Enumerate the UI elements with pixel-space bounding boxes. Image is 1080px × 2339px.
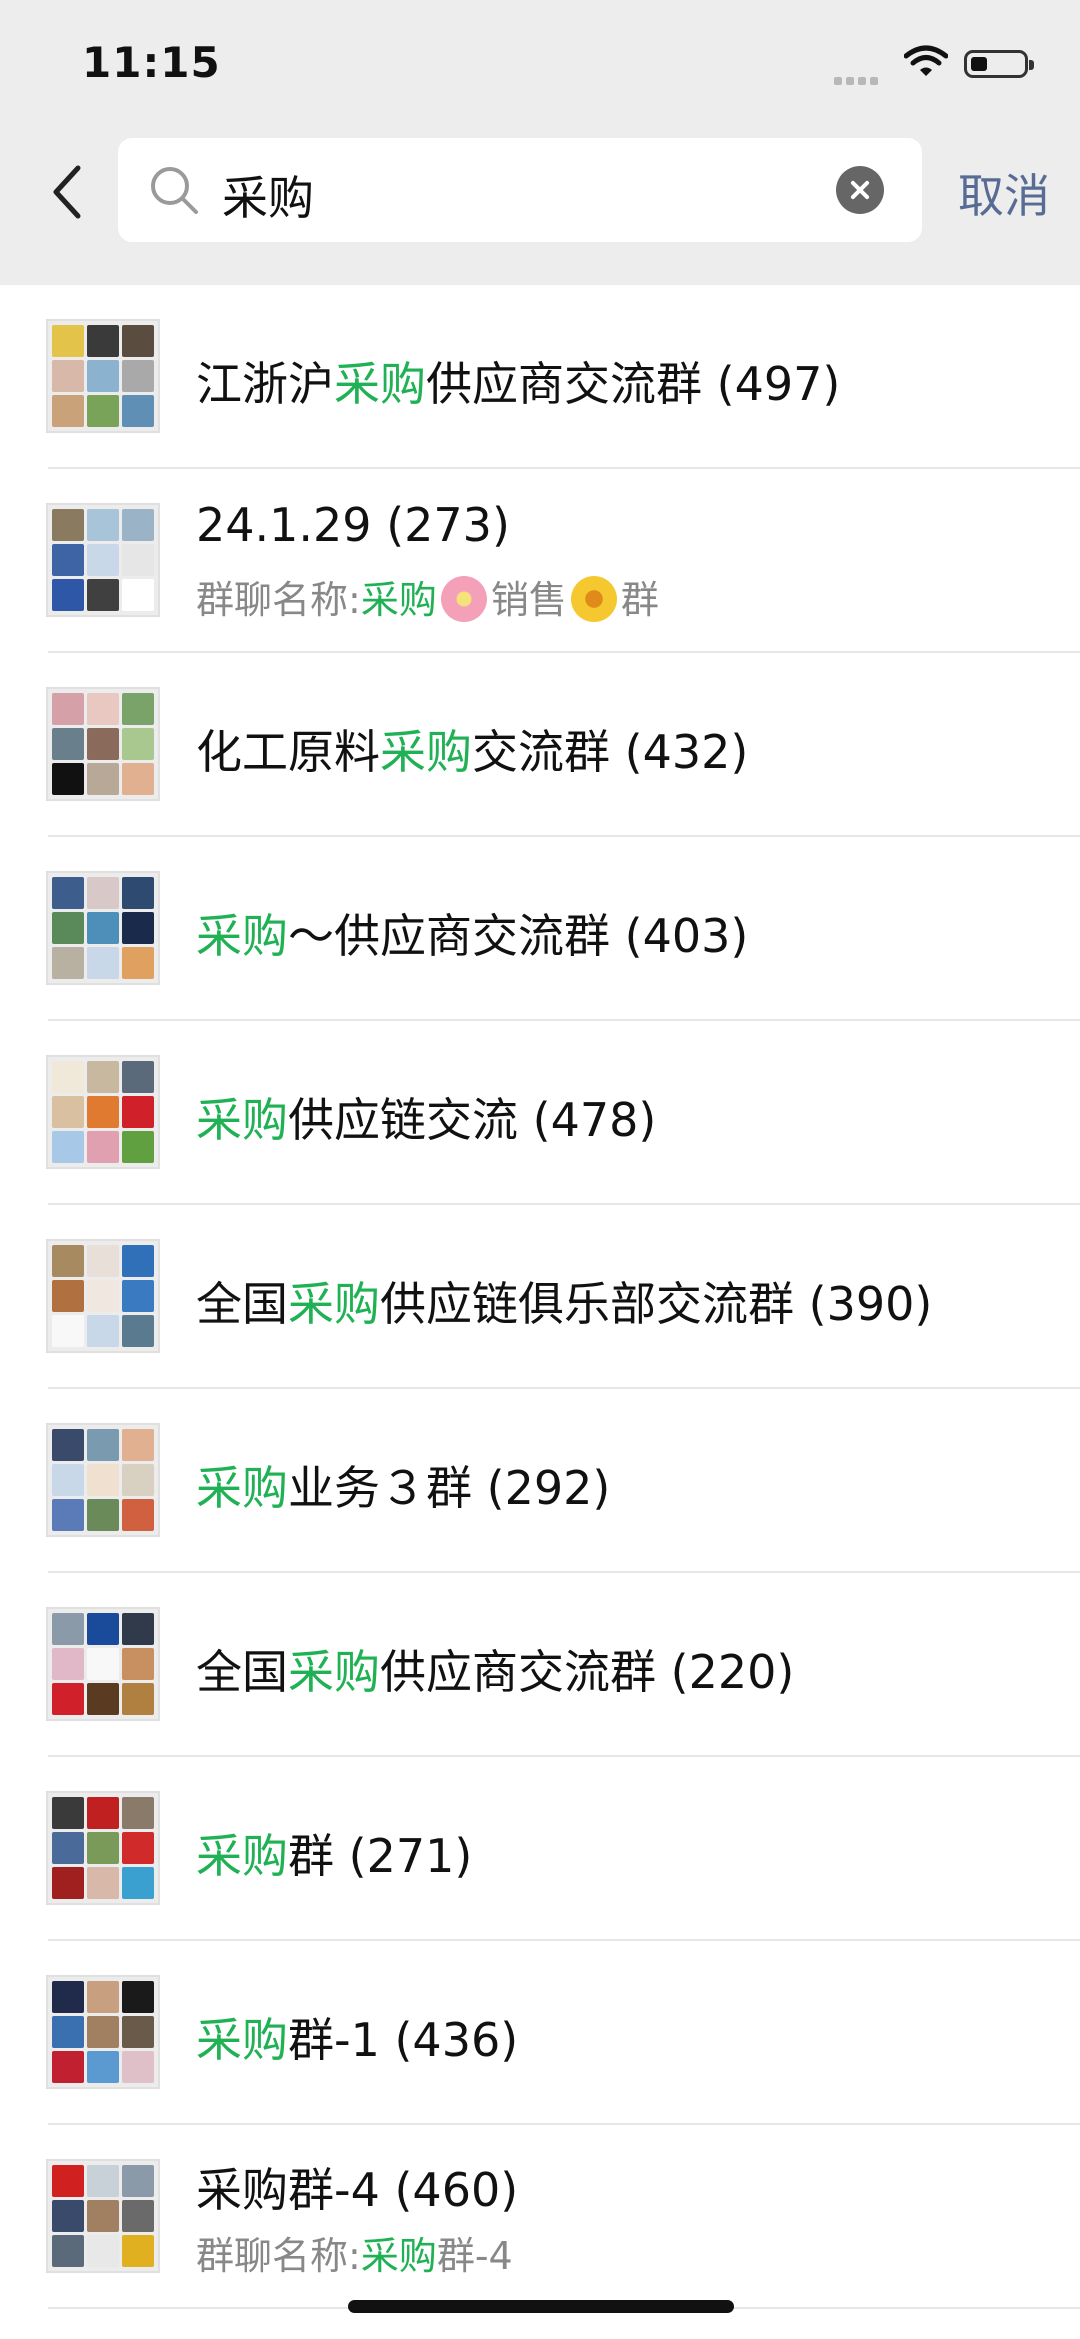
cancel-button[interactable]: 取消 — [958, 160, 1050, 226]
group-avatar — [46, 1975, 160, 2089]
group-chat-name-match: 群聊名称:采购群-4 — [196, 2225, 513, 2280]
group-name: 采购～供应商交流群 (403) — [196, 900, 748, 966]
match-text: 群 — [620, 578, 659, 622]
match-label: 群聊名称: — [196, 2234, 361, 2278]
group-result-row[interactable]: 24.1.29 (273) 群聊名称:采购 销售 群 — [0, 469, 1080, 653]
group-name: 采购供应链交流 (478) — [196, 1084, 656, 1150]
group-result-row[interactable]: 全国采购供应链俱乐部交流群 (390) — [0, 1205, 1080, 1389]
keyword-highlight: 采购 — [288, 1645, 380, 1699]
group-name-text: 化工原料 — [196, 725, 380, 779]
home-indicator — [348, 2300, 734, 2313]
group-result-row[interactable]: 采购群-1 (436) — [0, 1941, 1080, 2125]
group-avatar — [46, 871, 160, 985]
group-name-text: ～供应商交流群 (403) — [288, 909, 749, 963]
keyword-highlight: 采购 — [196, 1461, 288, 1515]
group-name-text: 群-1 (436) — [288, 2013, 519, 2067]
group-avatar — [46, 1791, 160, 1905]
keyword-highlight: 采购 — [360, 2234, 437, 2278]
group-avatar — [46, 1239, 160, 1353]
pink-flower-emoji-icon — [440, 575, 487, 622]
group-name: 全国采购供应链俱乐部交流群 (390) — [196, 1268, 932, 1334]
group-name: 采购业务３群 (292) — [196, 1452, 610, 1518]
group-name-text: 供应商交流群 (220) — [380, 1645, 795, 1699]
keyword-highlight: 采购 — [196, 1829, 288, 1883]
group-name: 24.1.29 (273) — [196, 498, 510, 552]
keyword-highlight: 采购 — [288, 1277, 380, 1331]
status-icons — [834, 44, 1044, 85]
search-header: 11:15 采购 取消 — [0, 0, 1080, 285]
group-avatar — [46, 1607, 160, 1721]
group-name-text: 全国 — [196, 1645, 288, 1699]
keyword-highlight: 采购 — [334, 357, 426, 411]
keyword-highlight: 采购 — [380, 725, 472, 779]
keyword-highlight: 采购 — [196, 909, 288, 963]
group-avatar — [46, 687, 160, 801]
group-result-row[interactable]: 采购供应链交流 (478) — [0, 1021, 1080, 1205]
group-chat-name-match: 群聊名称:采购 销售 群 — [196, 569, 659, 626]
keyword-highlight: 采购 — [196, 1093, 288, 1147]
group-name: 采购群 (271) — [196, 1820, 472, 1886]
battery-icon — [964, 50, 1034, 78]
group-name: 采购群-4 (460) — [196, 2163, 519, 2217]
group-name-text: 群 (271) — [288, 1829, 473, 1883]
group-result-row[interactable]: 江浙沪采购供应商交流群 (497) — [0, 285, 1080, 469]
status-time: 11:15 — [82, 38, 221, 87]
group-result-row[interactable]: 采购业务３群 (292) — [0, 1389, 1080, 1573]
group-avatar — [46, 503, 160, 617]
group-name: 采购群-1 (436) — [196, 2004, 518, 2070]
group-name-text: 供应链交流 (478) — [288, 1093, 657, 1147]
back-button[interactable] — [44, 160, 92, 224]
group-avatar — [46, 2159, 160, 2273]
group-name: 化工原料采购交流群 (432) — [196, 716, 748, 782]
keyword-highlight: 采购 — [196, 2013, 288, 2067]
signal-icon — [834, 70, 882, 89]
keyword-highlight: 采购 — [360, 578, 437, 622]
group-result-row[interactable]: 化工原料采购交流群 (432) — [0, 653, 1080, 837]
group-name: 江浙沪采购供应商交流群 (497) — [196, 348, 840, 414]
sunflower-emoji-icon — [570, 575, 617, 622]
search-field[interactable]: 采购 — [118, 138, 922, 242]
group-avatar — [46, 1055, 160, 1169]
group-result-row[interactable]: 采购群 (271) — [0, 1757, 1080, 1941]
group-name-text: 供应商交流群 (497) — [426, 357, 841, 411]
group-name-text: 业务３群 (292) — [288, 1461, 611, 1515]
group-name: 全国采购供应商交流群 (220) — [196, 1636, 794, 1702]
group-name-text: 江浙沪 — [196, 357, 334, 411]
match-label: 群聊名称: — [196, 578, 361, 622]
group-name-text: 交流群 (432) — [472, 725, 749, 779]
search-icon — [151, 167, 198, 214]
group-name-text: 全国 — [196, 1277, 288, 1331]
group-result-row[interactable]: 采购群-4 (460) 群聊名称:采购群-4 — [0, 2125, 1080, 2309]
group-avatar — [46, 1423, 160, 1537]
search-results-list: 江浙沪采购供应商交流群 (497) 24.1.29 (273) 群聊名称:采购 销售群… — [0, 285, 1080, 2309]
search-input[interactable]: 采购 — [222, 162, 822, 228]
group-result-row[interactable]: 全国采购供应商交流群 (220) — [0, 1573, 1080, 1757]
group-name-text: 供应链俱乐部交流群 (390) — [380, 1277, 933, 1331]
clear-icon[interactable] — [836, 166, 884, 214]
group-result-row[interactable]: 采购～供应商交流群 (403) — [0, 837, 1080, 1021]
wifi-icon — [904, 45, 948, 76]
match-text: 群-4 — [436, 2234, 513, 2278]
match-text: 销售 — [490, 578, 567, 622]
group-avatar — [46, 319, 160, 433]
